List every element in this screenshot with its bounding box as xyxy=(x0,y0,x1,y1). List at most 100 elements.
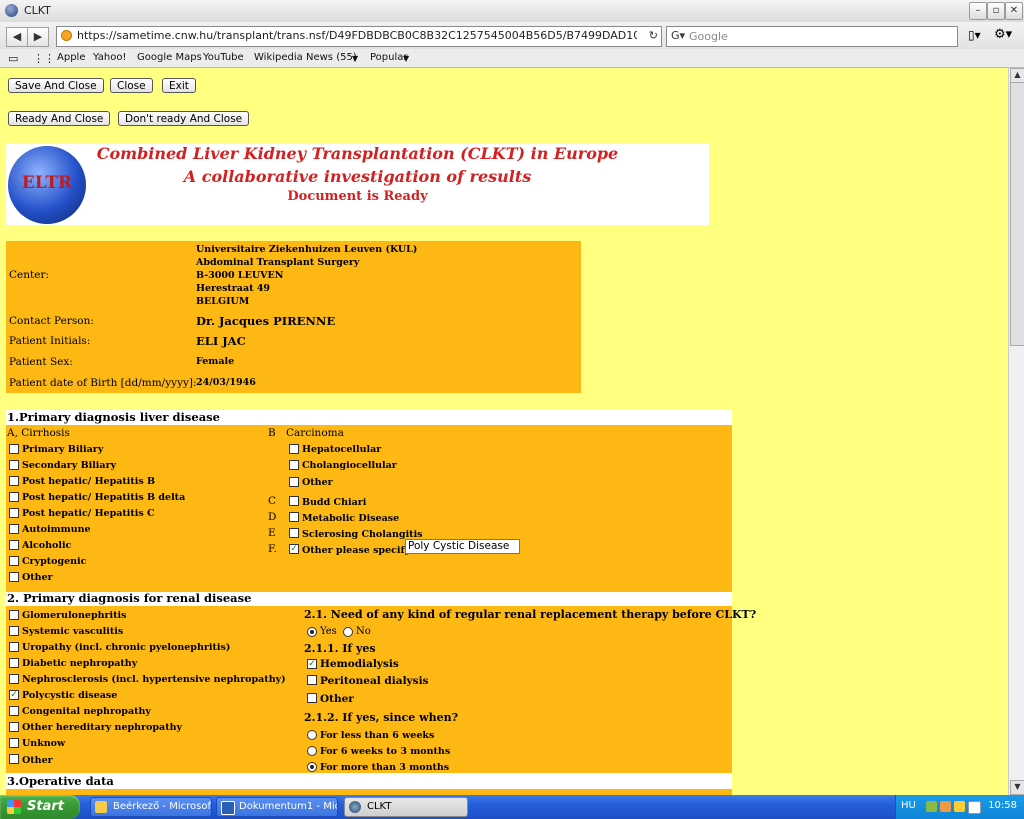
url-text[interactable]: https://sametime.cnw.hu/transplant/trans… xyxy=(77,29,637,42)
tray-app-icon[interactable] xyxy=(954,801,965,812)
word-icon xyxy=(221,801,235,815)
renal-checkbox[interactable] xyxy=(9,706,19,716)
center-line-5: BELGIUM xyxy=(196,296,250,307)
bookmark-wikipedia[interactable]: Wikipedia xyxy=(254,52,303,63)
cirrhosis-option-label: Autoimmune xyxy=(22,524,91,535)
bookmark-yahoo[interactable]: Yahoo! xyxy=(93,52,126,63)
renal-checkbox[interactable] xyxy=(9,642,19,652)
renal-option-label: Glomerulonephritis xyxy=(22,610,127,621)
forward-icon[interactable]: ▶ xyxy=(27,27,49,47)
tray-app-icon[interactable] xyxy=(940,801,951,812)
top-sites-grid-icon[interactable]: ⋮⋮ xyxy=(33,52,55,65)
scroll-down-icon[interactable]: ▼ xyxy=(1010,780,1024,795)
system-tray: HU 10:58 xyxy=(895,795,1024,819)
task-clkt[interactable]: CLKT xyxy=(344,797,468,817)
initials-value: ELI JAC xyxy=(196,334,246,348)
renal-checkbox[interactable] xyxy=(9,658,19,668)
bookmarks-book-icon[interactable]: ▭ xyxy=(8,52,18,65)
page-menu-icon[interactable]: ▯▾ xyxy=(968,28,981,42)
cirrhosis-checkbox[interactable] xyxy=(9,460,19,470)
since-radio[interactable] xyxy=(307,746,317,756)
peritoneal-checkbox[interactable] xyxy=(307,675,317,685)
popular-dropdown-icon[interactable]: ▼ xyxy=(403,54,409,63)
tray-app-icon[interactable] xyxy=(926,801,937,812)
cirrhosis-checkbox[interactable] xyxy=(9,444,19,454)
search-engine-icon[interactable]: G▾ xyxy=(671,29,685,42)
back-icon[interactable]: ◀ xyxy=(6,27,28,47)
renal-section: 2. Primary diagnosis for renal disease G… xyxy=(6,591,756,773)
firefox-task-icon xyxy=(349,801,361,813)
since-radio[interactable] xyxy=(307,762,317,772)
window-titlebar: CLKT – ▫ ✕ xyxy=(0,0,1024,23)
carcinoma-checkbox[interactable] xyxy=(289,460,299,470)
renal-checkbox[interactable] xyxy=(9,722,19,732)
task-outlook[interactable]: Beérkező - Microsoft ... xyxy=(90,797,212,817)
center-line-4: Herestraat 49 xyxy=(196,283,271,294)
reload-icon[interactable]: ↻ xyxy=(649,29,658,42)
renal-checkbox[interactable] xyxy=(9,738,19,748)
minimize-button[interactable]: – xyxy=(969,2,987,20)
mail-icon[interactable] xyxy=(968,801,981,814)
budd-chiari-letter: C xyxy=(268,495,277,507)
close-window-button[interactable]: ✕ xyxy=(1005,2,1023,20)
since-label: For less than 6 weeks xyxy=(320,730,435,741)
bookmark-youtube[interactable]: YouTube xyxy=(203,52,244,63)
sclerosing-checkbox[interactable] xyxy=(289,528,299,538)
bookmark-news[interactable]: News (55) xyxy=(306,52,357,63)
close-button[interactable]: Close xyxy=(110,78,153,93)
renal-checkbox[interactable] xyxy=(9,674,19,684)
scroll-up-icon[interactable]: ▲ xyxy=(1010,68,1024,83)
other-specify-checkbox[interactable]: ✓ xyxy=(289,544,299,554)
since-label: For more than 3 months xyxy=(320,762,450,773)
no-radio[interactable] xyxy=(343,627,353,637)
cirrhosis-checkbox[interactable] xyxy=(9,476,19,486)
task-word[interactable]: Dokumentum1 - Micro... xyxy=(216,797,338,817)
bookmark-apple[interactable]: Apple xyxy=(57,52,85,63)
patient-info-box: Center: Universitaire Ziekenhuizen Leuve… xyxy=(6,241,581,393)
other-specify-input[interactable]: Poly Cystic Disease xyxy=(405,539,520,554)
cirrhosis-checkbox[interactable] xyxy=(9,508,19,518)
cirrhosis-checkbox[interactable] xyxy=(9,572,19,582)
cirrhosis-option-label: Cryptogenic xyxy=(22,556,87,567)
renal-section-title: 2. Primary diagnosis for renal disease xyxy=(7,591,252,605)
yes-radio[interactable] xyxy=(307,627,317,637)
cirrhosis-checkbox[interactable] xyxy=(9,492,19,502)
ready-and-close-button[interactable]: Ready And Close xyxy=(8,111,111,126)
maximize-button[interactable]: ▫ xyxy=(987,2,1005,20)
cirrhosis-option-label: Alcoholic xyxy=(22,540,72,551)
if-yes-heading: 2.1.1. If yes xyxy=(304,642,376,655)
cirrhosis-checkbox[interactable] xyxy=(9,540,19,550)
metabolic-letter: D xyxy=(268,511,277,523)
bookmark-popular[interactable]: Popular xyxy=(370,52,408,63)
site-identity-icon[interactable] xyxy=(61,30,72,41)
hemodialysis-checkbox[interactable]: ✓ xyxy=(307,659,317,669)
gear-icon[interactable]: ⚙▾ xyxy=(994,27,1012,42)
dont-ready-and-close-button[interactable]: Don't ready And Close xyxy=(118,111,250,126)
url-bar[interactable]: https://sametime.cnw.hu/transplant/trans… xyxy=(56,26,662,47)
metabolic-checkbox[interactable] xyxy=(289,512,299,522)
carcinoma-checkbox[interactable] xyxy=(289,444,299,454)
vertical-scrollbar[interactable]: ▲ ▼ xyxy=(1008,68,1024,795)
page-title: Combined Liver Kidney Transplantation (C… xyxy=(96,144,619,163)
search-input[interactable]: G▾ Google xyxy=(666,26,958,47)
budd-chiari-checkbox[interactable] xyxy=(289,496,299,506)
bookmark-google-maps[interactable]: Google Maps xyxy=(137,52,202,63)
exit-button[interactable]: Exit xyxy=(162,78,196,93)
renal-checkbox[interactable] xyxy=(9,626,19,636)
sex-value: Female xyxy=(196,356,235,367)
cirrhosis-checkbox[interactable] xyxy=(9,524,19,534)
scrollbar-thumb[interactable] xyxy=(1010,82,1024,346)
since-radio[interactable] xyxy=(307,730,317,740)
news-dropdown-icon[interactable]: ▼ xyxy=(352,54,358,63)
renal-checkbox[interactable] xyxy=(9,610,19,620)
start-button[interactable]: Start xyxy=(0,795,80,819)
renal-checkbox[interactable]: ✓ xyxy=(9,690,19,700)
task-word-label: Dokumentum1 - Micro... xyxy=(239,801,337,812)
search-placeholder: Google xyxy=(689,30,728,43)
other-therapy-checkbox[interactable] xyxy=(307,693,317,703)
save-and-close-button[interactable]: Save And Close xyxy=(8,78,104,93)
language-indicator[interactable]: HU xyxy=(901,800,916,811)
cirrhosis-checkbox[interactable] xyxy=(9,556,19,566)
carcinoma-checkbox[interactable] xyxy=(289,477,299,487)
renal-checkbox[interactable] xyxy=(9,754,19,764)
